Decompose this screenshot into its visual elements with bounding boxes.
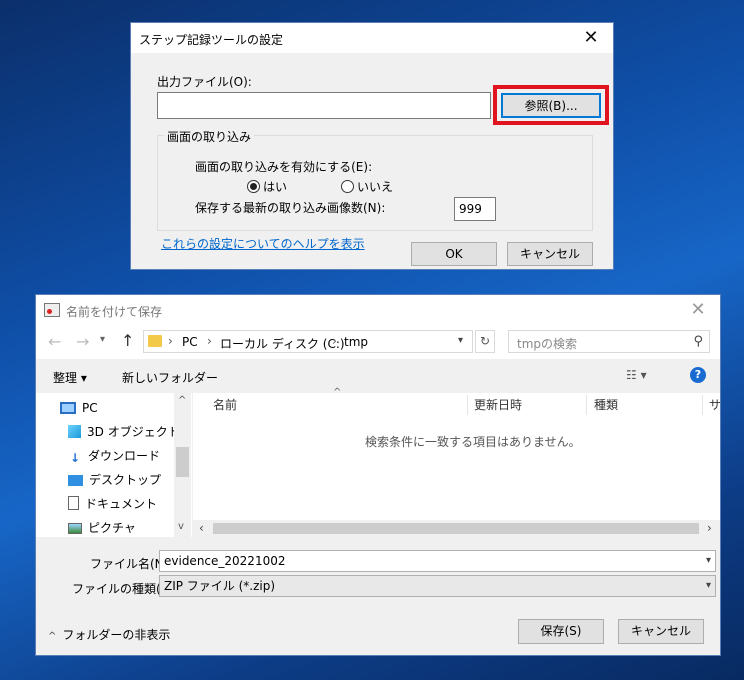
- filetype-select[interactable]: ZIP ファイル (*.zip) ▾: [159, 575, 716, 597]
- breadcrumb[interactable]: › PC › ローカル ディスク (C:) › tmp ▾: [143, 330, 473, 353]
- forward-arrow-icon[interactable]: →: [76, 332, 89, 351]
- chevron-up-icon: ^: [48, 631, 57, 642]
- radio-no-dot[interactable]: [341, 180, 354, 193]
- download-icon: ↓: [69, 451, 81, 465]
- pc-icon: [60, 402, 76, 414]
- refresh-icon: ↻: [479, 334, 491, 348]
- refresh-button[interactable]: ↻: [475, 330, 495, 353]
- empty-message: 検索条件に一致する項目はありません。: [365, 435, 581, 449]
- close-icon[interactable]: ✕: [676, 295, 720, 325]
- radio-yes-dot[interactable]: [247, 180, 260, 193]
- psr-settings-dialog: ステップ記録ツールの設定 ✕ 出力ファイル(O): 参照(B)... 画面の取り…: [130, 22, 614, 270]
- picture-icon: [68, 523, 82, 534]
- column-type[interactable]: 種類: [594, 393, 618, 417]
- breadcrumb-item-disk[interactable]: ローカル ディスク (C:): [220, 335, 345, 352]
- save-as-dialog: 名前を付けて保存 ✕ ← → ▾ ↑ › PC › ローカル ディスク (C:)…: [35, 294, 721, 656]
- sidebar-item-pictures[interactable]: ピクチャ: [68, 517, 136, 539]
- sidebar-item-pc[interactable]: PC: [60, 397, 98, 419]
- sidebar-item-documents[interactable]: ドキュメント: [68, 493, 157, 515]
- help-link[interactable]: これらの設定についてのヘルプを表示: [161, 235, 365, 252]
- search-input[interactable]: tmpの検索: [517, 335, 577, 352]
- breadcrumb-item-tmp[interactable]: tmp: [344, 335, 368, 349]
- folder-icon: [148, 335, 162, 347]
- search-box[interactable]: tmpの検索 ⚲: [508, 330, 710, 353]
- column-name[interactable]: 名前: [213, 393, 237, 417]
- save-titlebar: 名前を付けて保存 ✕: [36, 295, 720, 325]
- scroll-right-icon[interactable]: ›: [707, 521, 712, 535]
- desktop-icon: [68, 475, 83, 486]
- ok-button[interactable]: OK: [411, 242, 497, 266]
- nav-bar: ← → ▾ ↑ › PC › ローカル ディスク (C:) › tmp ▾ ↻ …: [36, 325, 720, 359]
- file-list: ^ 名前 更新日時 種類 サ 検索条件に一致する項目はありません。: [193, 387, 721, 537]
- radio-yes[interactable]: はい: [247, 178, 287, 195]
- column-modified[interactable]: 更新日時: [474, 393, 522, 417]
- save-button[interactable]: 保存(S): [518, 619, 604, 644]
- breadcrumb-item-pc[interactable]: PC: [182, 335, 198, 349]
- sidebar-item-3d-objects[interactable]: 3D オブジェクト: [68, 421, 180, 443]
- radio-no[interactable]: いいえ: [341, 178, 393, 195]
- filename-dropdown-icon[interactable]: ▾: [706, 551, 711, 571]
- scroll-left-icon[interactable]: ‹: [199, 521, 204, 535]
- filetype-dropdown-icon[interactable]: ▾: [706, 576, 711, 596]
- psr-titlebar: ステップ記録ツールの設定 ✕: [131, 23, 613, 53]
- psr-title: ステップ記録ツールの設定: [139, 33, 284, 47]
- h-scroll-thumb[interactable]: [213, 523, 699, 534]
- scroll-down-icon[interactable]: v: [178, 521, 184, 532]
- filename-input[interactable]: evidence_20221002 ▾: [159, 550, 716, 572]
- command-bar: 整理 ▾ 新しいフォルダー ☷ ▾ ?: [36, 361, 720, 391]
- sidebar-item-desktop[interactable]: デスクトップ: [68, 469, 161, 491]
- enable-capture-label: 画面の取り込みを有効にする(E):: [195, 160, 373, 174]
- save-title: 名前を付けて保存: [66, 305, 163, 319]
- recent-chevron-icon[interactable]: ▾: [100, 334, 105, 345]
- image-count-input[interactable]: 999: [454, 197, 496, 221]
- document-icon: [68, 496, 79, 510]
- help-icon[interactable]: ?: [690, 367, 706, 383]
- browse-button[interactable]: 参照(B)...: [501, 93, 601, 118]
- organize-button[interactable]: 整理 ▾: [53, 369, 87, 386]
- up-arrow-icon[interactable]: ↑: [121, 331, 134, 350]
- scroll-up-icon[interactable]: ^: [178, 395, 186, 406]
- column-size[interactable]: サ: [709, 393, 721, 417]
- psr-cancel-button[interactable]: キャンセル: [507, 242, 593, 266]
- sidebar-scrollbar[interactable]: ^ v: [174, 393, 191, 537]
- save-cancel-button[interactable]: キャンセル: [618, 619, 704, 644]
- back-arrow-icon[interactable]: ←: [48, 332, 61, 351]
- hide-folders-toggle[interactable]: ^ フォルダーの非表示: [48, 626, 170, 643]
- image-count-label: 保存する最新の取り込み画像数(N):: [195, 201, 386, 215]
- sort-indicator-icon: ^: [333, 387, 342, 398]
- sidebar-item-downloads[interactable]: ↓ ダウンロード: [68, 445, 160, 467]
- breadcrumb-dropdown-icon[interactable]: ▾: [458, 335, 463, 346]
- new-folder-button[interactable]: 新しいフォルダー: [122, 369, 218, 386]
- app-icon: [44, 303, 60, 317]
- view-options-icon[interactable]: ☷ ▾: [626, 368, 647, 382]
- output-file-input[interactable]: [157, 92, 491, 119]
- search-icon: ⚲: [693, 334, 703, 349]
- cube-icon: [68, 425, 81, 438]
- close-icon[interactable]: ✕: [569, 23, 613, 53]
- output-file-label: 出力ファイル(O):: [157, 75, 252, 89]
- scroll-thumb[interactable]: [176, 447, 189, 477]
- horizontal-scrollbar[interactable]: ‹ ›: [193, 520, 720, 537]
- navigation-pane: PC 3D オブジェクト ↓ ダウンロード デスクトップ ドキュメント ピクチャ: [36, 393, 192, 537]
- capture-group-title: 画面の取り込み: [164, 128, 255, 145]
